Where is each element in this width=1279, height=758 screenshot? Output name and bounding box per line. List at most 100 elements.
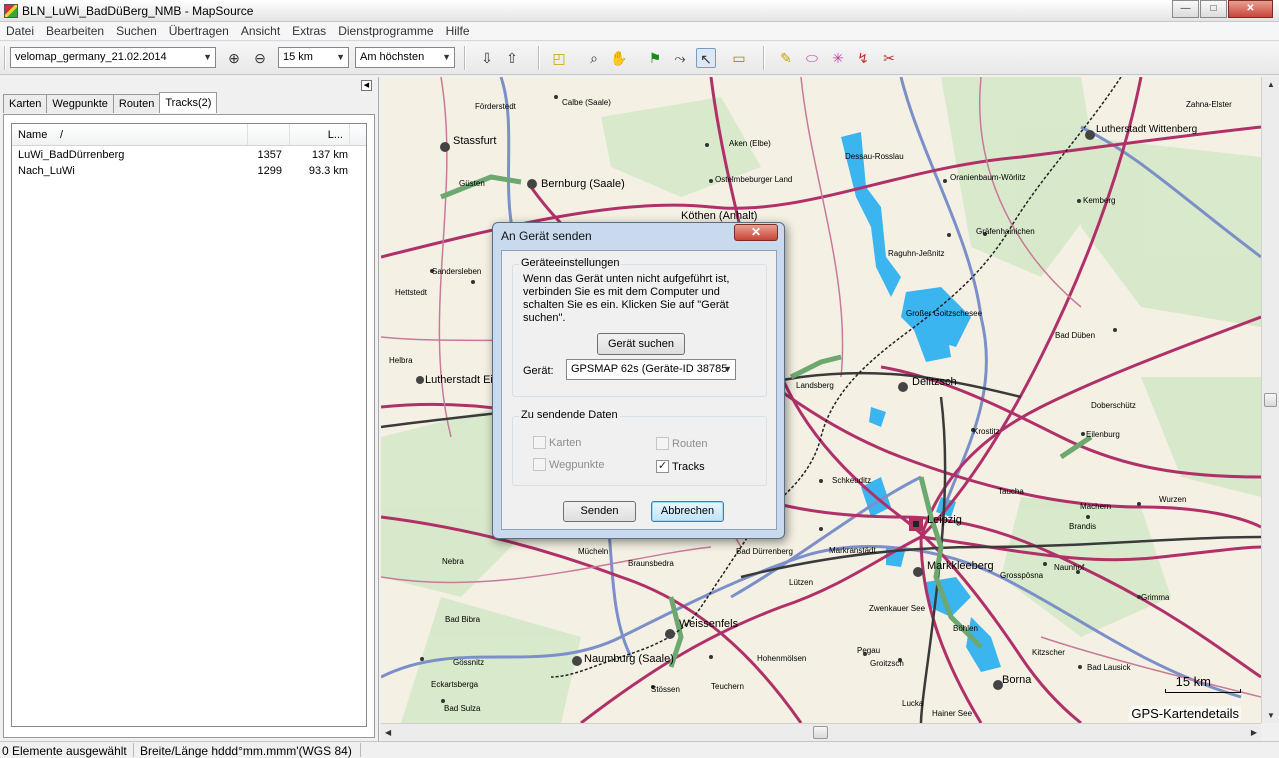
map-product-select[interactable]: velomap_germany_21.02.2014 ▼ bbox=[10, 47, 216, 68]
place-label: Sandersleben bbox=[432, 267, 482, 276]
detail-level-value: Am höchsten bbox=[360, 51, 425, 63]
menu-uebertragen[interactable]: Übertragen bbox=[163, 22, 235, 40]
group-label: Geräteeinstellungen bbox=[519, 257, 622, 269]
track-length: 137 km bbox=[311, 149, 348, 161]
detail-level-select[interactable]: Am höchsten ▼ bbox=[355, 47, 455, 68]
place-label: Raguhn-Jeßnitz bbox=[888, 249, 945, 258]
dialog-close-button[interactable]: ✕ bbox=[734, 224, 778, 241]
track-name: Nach_LuWi bbox=[18, 165, 75, 177]
checkbox-box bbox=[656, 437, 669, 450]
place-label: Hainer See bbox=[932, 709, 973, 718]
place-label: Grosspösna bbox=[1000, 571, 1044, 580]
collapse-panel-button[interactable]: ◀ bbox=[361, 80, 372, 91]
eraser-icon[interactable]: ⬭ bbox=[802, 48, 822, 68]
menu-ansicht[interactable]: Ansicht bbox=[235, 22, 286, 40]
zoom-tool-icon[interactable]: ⌕ bbox=[584, 48, 604, 68]
menu-bearbeiten[interactable]: Bearbeiten bbox=[40, 22, 110, 40]
place-label: Bad Sulza bbox=[444, 704, 481, 713]
zoom-in-icon[interactable]: ⊕ bbox=[224, 48, 244, 68]
track-points: 1299 bbox=[257, 165, 282, 177]
check-icon: ✓ bbox=[656, 460, 669, 473]
scroll-right-icon[interactable]: ▶ bbox=[1251, 728, 1257, 737]
tab-routen[interactable]: Routen bbox=[112, 94, 161, 113]
maximize-button[interactable]: □ bbox=[1200, 0, 1227, 18]
scroll-down-icon[interactable]: ▼ bbox=[1267, 711, 1275, 720]
place-label: Groitzsch bbox=[870, 659, 904, 668]
gps-map-details-label[interactable]: GPS-Kartendetails bbox=[1129, 706, 1241, 721]
scroll-up-icon[interactable]: ▲ bbox=[1267, 80, 1275, 89]
menu-hilfe[interactable]: Hilfe bbox=[440, 22, 476, 40]
map-horizontal-scrollbar[interactable]: ◀ ▶ bbox=[381, 723, 1261, 741]
menu-bar: Datei Bearbeiten Suchen Übertragen Ansic… bbox=[0, 22, 1279, 41]
cancel-button[interactable]: Abbrechen bbox=[651, 501, 724, 522]
maps-checkbox[interactable]: Karten bbox=[533, 436, 581, 449]
place-label: Förderstedt bbox=[475, 102, 516, 111]
device-value: GPSMAP 62s (Geräte-ID 38785 bbox=[571, 363, 728, 375]
zoom-scale-select[interactable]: 15 km ▼ bbox=[278, 47, 349, 68]
column-length[interactable]: L... bbox=[290, 124, 350, 145]
dialog-body: Geräteeinstellungen Wenn das Gerät unten… bbox=[501, 250, 777, 530]
close-window-button[interactable]: ✕ bbox=[1228, 0, 1273, 18]
track-divide-icon[interactable]: ✂ bbox=[879, 48, 899, 68]
vertical-scroll-thumb[interactable] bbox=[1264, 393, 1277, 407]
waypoints-checkbox[interactable]: Wegpunkte bbox=[533, 458, 604, 471]
route-tool-icon[interactable]: ⤳ bbox=[670, 48, 690, 68]
selection-tool-icon[interactable]: ↖ bbox=[696, 48, 716, 68]
zoom-out-icon[interactable]: ⊖ bbox=[250, 48, 270, 68]
panel-tabs: Karten Wegpunkte Routen Tracks(2) bbox=[3, 92, 218, 113]
place-label: Hohenmölsen bbox=[757, 654, 807, 663]
minimize-button[interactable]: — bbox=[1172, 0, 1199, 18]
scale-label: 15 km bbox=[1175, 674, 1211, 689]
place-label: Stassfurt bbox=[453, 135, 497, 147]
routes-checkbox[interactable]: Routen bbox=[656, 437, 707, 450]
place-label: Eckartsberga bbox=[431, 680, 479, 689]
mapsource-app-icon[interactable] bbox=[4, 4, 18, 18]
track-row[interactable]: Nach_LuWi 1299 93.3 km bbox=[12, 164, 366, 180]
place-label: Nebra bbox=[442, 557, 464, 566]
column-points[interactable] bbox=[248, 124, 290, 145]
list-header: Name / L... bbox=[12, 124, 366, 146]
track-row[interactable]: LuWi_BadDürrenberg 1357 137 km bbox=[12, 148, 366, 164]
map-product-value: velomap_germany_21.02.2014 bbox=[15, 51, 167, 63]
send-to-device-icon[interactable]: ⇧ bbox=[502, 48, 522, 68]
place-label: Schkeuditz bbox=[832, 476, 872, 485]
menu-dienstprogramme[interactable]: Dienstprogramme bbox=[332, 22, 439, 40]
place-label: Aken (Elbe) bbox=[729, 139, 771, 148]
place-label: Markkleeberg bbox=[927, 560, 994, 572]
scroll-left-icon[interactable]: ◀ bbox=[385, 728, 391, 737]
track-join-icon[interactable]: ↯ bbox=[853, 48, 873, 68]
menu-datei[interactable]: Datei bbox=[0, 22, 40, 40]
track-select-icon[interactable]: ✳ bbox=[828, 48, 848, 68]
column-name[interactable]: Name / bbox=[12, 124, 248, 145]
waypoint-tool-icon[interactable]: ⚑ bbox=[645, 48, 665, 68]
device-select[interactable]: GPSMAP 62s (Geräte-ID 38785 ▼ bbox=[566, 359, 736, 380]
place-label: Pegau bbox=[857, 646, 881, 655]
receive-from-device-icon[interactable]: ⇩ bbox=[477, 48, 497, 68]
find-device-button[interactable]: Gerät suchen bbox=[597, 333, 685, 355]
checkbox-box bbox=[533, 436, 546, 449]
place-label: Naumburg (Saale) bbox=[584, 653, 674, 665]
device-settings-group: Geräteeinstellungen Wenn das Gerät unten… bbox=[512, 257, 767, 397]
map-vertical-scrollbar[interactable]: ▲ ▼ bbox=[1261, 77, 1279, 723]
map-select-tool-icon[interactable]: ◰ bbox=[549, 48, 569, 68]
place-label: Stössen bbox=[651, 685, 680, 694]
menu-suchen[interactable]: Suchen bbox=[110, 22, 163, 40]
track-draw-icon[interactable]: ✎ bbox=[776, 48, 796, 68]
place-label: Teuchern bbox=[711, 682, 744, 691]
tracks-checkbox[interactable]: ✓ Tracks bbox=[656, 460, 705, 473]
send-button[interactable]: Senden bbox=[563, 501, 636, 522]
place-label: Bad Bibra bbox=[445, 615, 481, 624]
place-label: Lützen bbox=[789, 578, 814, 587]
tab-wegpunkte[interactable]: Wegpunkte bbox=[46, 94, 114, 113]
place-label: Borna bbox=[1002, 674, 1032, 686]
place-label: Brandis bbox=[1069, 522, 1097, 531]
hand-tool-icon[interactable]: ✋ bbox=[609, 48, 629, 68]
tab-tracks[interactable]: Tracks(2) bbox=[159, 92, 218, 113]
tab-karten[interactable]: Karten bbox=[3, 94, 48, 113]
horizontal-scroll-thumb[interactable] bbox=[813, 726, 828, 739]
toolbar: velomap_germany_21.02.2014 ▼ ⊕ ⊖ 15 km ▼… bbox=[0, 42, 1279, 75]
place-label: Böhlen bbox=[953, 624, 978, 633]
place-label: Leipzig bbox=[927, 514, 962, 526]
menu-extras[interactable]: Extras bbox=[286, 22, 332, 40]
distance-tool-icon[interactable]: ▭ bbox=[729, 48, 749, 68]
